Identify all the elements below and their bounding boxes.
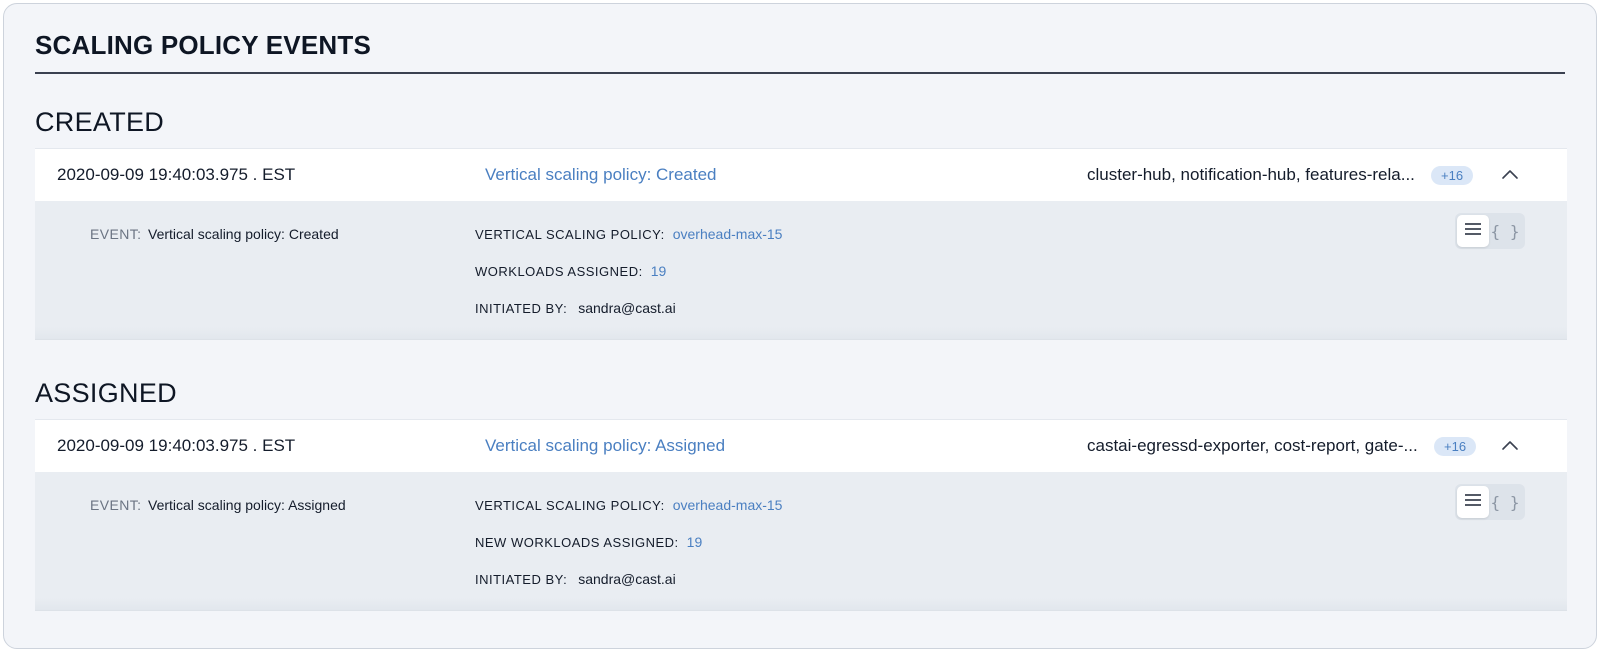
policy-label: VERTICAL SCALING POLICY:	[475, 498, 665, 513]
list-icon	[1464, 493, 1482, 512]
workloads-label: NEW WORKLOADS ASSIGNED:	[475, 535, 679, 550]
workloads-count-link[interactable]: 19	[651, 263, 667, 279]
event-resources: cluster-hub, notification-hub, features-…	[1087, 165, 1415, 184]
event-row[interactable]: 2020-09-09 19:40:03.975 . EST Vertical s…	[35, 148, 1567, 201]
list-view-button[interactable]	[1457, 215, 1489, 247]
braces-icon: { }	[1490, 492, 1520, 512]
policy-link[interactable]: overhead-max-15	[673, 226, 783, 242]
json-view-button[interactable]: { }	[1489, 215, 1521, 247]
initiated-detail: INITIATED BY: sandra@cast.ai	[475, 300, 676, 316]
workloads-count-link[interactable]: 19	[687, 534, 703, 550]
section-heading: CREATED	[35, 107, 165, 137]
event-value: Vertical scaling policy: Created	[148, 226, 339, 242]
workloads-detail: NEW WORKLOADS ASSIGNED: 19	[475, 534, 702, 550]
list-icon	[1464, 222, 1482, 241]
title-divider	[35, 72, 1565, 74]
event-details: EVENT: Vertical scaling policy: Created …	[35, 201, 1567, 340]
section-heading: ASSIGNED	[35, 378, 177, 408]
view-toggle: { }	[1455, 484, 1525, 520]
page-title: SCALING POLICY EVENTS	[35, 30, 371, 60]
chevron-up-icon[interactable]	[1499, 435, 1521, 457]
section-assigned: ASSIGNED 2020-09-09 19:40:03.975 . EST V…	[35, 373, 1567, 611]
event-label: EVENT:	[90, 226, 142, 242]
json-view-button[interactable]: { }	[1489, 486, 1521, 518]
event-title-link[interactable]: Vertical scaling policy: Created	[485, 149, 717, 201]
event-timestamp: 2020-09-09 19:40:03.975 . EST	[57, 165, 296, 184]
event-label: EVENT:	[90, 497, 142, 513]
policy-detail: VERTICAL SCALING POLICY: overhead-max-15	[475, 226, 782, 242]
event-details: EVENT: Vertical scaling policy: Assigned…	[35, 472, 1567, 611]
event-title-link[interactable]: Vertical scaling policy: Assigned	[485, 420, 725, 472]
resources-count-badge[interactable]: +16	[1434, 437, 1477, 456]
policy-label: VERTICAL SCALING POLICY:	[475, 227, 665, 242]
event-row[interactable]: 2020-09-09 19:40:03.975 . EST Vertical s…	[35, 419, 1567, 472]
braces-icon: { }	[1490, 221, 1520, 241]
resources-count-badge[interactable]: +16	[1431, 166, 1474, 185]
scaling-policy-events-panel: SCALING POLICY EVENTS CREATED 2020-09-09…	[3, 3, 1597, 649]
chevron-up-icon[interactable]	[1499, 164, 1521, 186]
initiated-label: INITIATED BY:	[475, 572, 568, 587]
event-value: Vertical scaling policy: Assigned	[148, 497, 346, 513]
section-created: CREATED 2020-09-09 19:40:03.975 . EST Ve…	[35, 102, 1567, 340]
view-toggle: { }	[1455, 213, 1525, 249]
workloads-detail: WORKLOADS ASSIGNED: 19	[475, 263, 666, 279]
event-resources: castai-egressd-exporter, cost-report, ga…	[1087, 436, 1418, 455]
policy-link[interactable]: overhead-max-15	[673, 497, 783, 513]
initiated-detail: INITIATED BY: sandra@cast.ai	[475, 571, 676, 587]
event-timestamp: 2020-09-09 19:40:03.975 . EST	[57, 436, 296, 455]
initiated-by-value: sandra@cast.ai	[578, 300, 676, 316]
initiated-label: INITIATED BY:	[475, 301, 568, 316]
initiated-by-value: sandra@cast.ai	[578, 571, 676, 587]
policy-detail: VERTICAL SCALING POLICY: overhead-max-15	[475, 497, 782, 513]
list-view-button[interactable]	[1457, 486, 1489, 518]
workloads-label: WORKLOADS ASSIGNED:	[475, 264, 643, 279]
